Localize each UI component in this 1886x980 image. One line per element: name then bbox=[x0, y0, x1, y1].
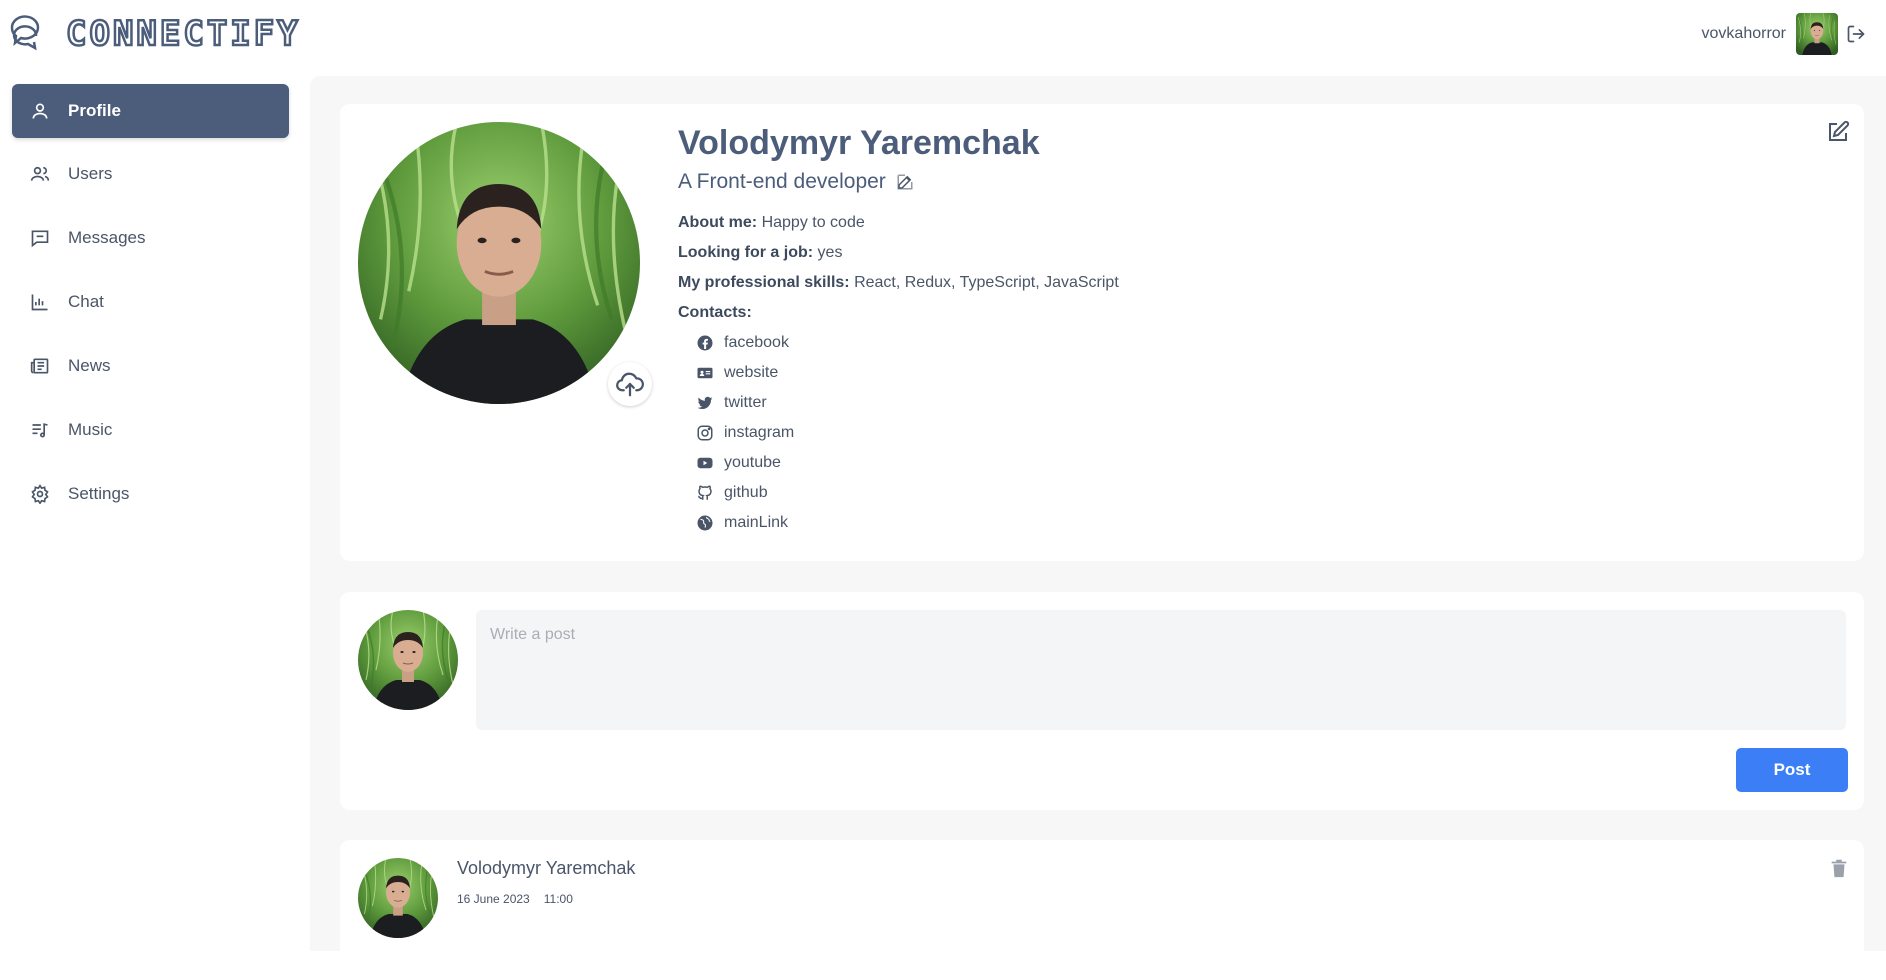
about-row: About me: Happy to code bbox=[678, 208, 1119, 238]
chat-bubbles-icon bbox=[10, 15, 40, 51]
avatar-photo bbox=[358, 610, 458, 710]
sidebar-item-music[interactable]: Music bbox=[12, 403, 289, 457]
newspaper-icon bbox=[30, 358, 49, 374]
contact-mainlink[interactable]: mainLink bbox=[696, 508, 1119, 538]
contact-label: github bbox=[724, 484, 768, 501]
contacts-heading: Contacts: bbox=[678, 298, 1119, 328]
profile-card: Volodymyr Yaremchak A Front-end develope… bbox=[340, 104, 1864, 561]
job-row: Looking for a job: yes bbox=[678, 238, 1119, 268]
youtube-icon bbox=[697, 457, 713, 469]
avatar-photo bbox=[1796, 13, 1838, 55]
sidebar: Profile Users Messages Chat News Music S… bbox=[0, 70, 300, 951]
twitter-icon bbox=[697, 396, 713, 410]
sidebar-item-messages[interactable]: Messages bbox=[12, 211, 289, 265]
contact-label: youtube bbox=[724, 454, 781, 471]
post-date: 16 June 2023 bbox=[457, 892, 530, 906]
app-logo-text: CONNECTIFY bbox=[65, 13, 301, 56]
id-card-icon bbox=[697, 367, 713, 379]
sidebar-item-label: Music bbox=[68, 420, 113, 439]
avatar[interactable] bbox=[1796, 13, 1838, 55]
profile-avatar bbox=[358, 122, 640, 404]
edit-profile-icon[interactable] bbox=[1826, 120, 1850, 144]
avatar bbox=[358, 858, 438, 938]
profile-full-name: Volodymyr Yaremchak bbox=[678, 124, 1040, 162]
upload-photo-button[interactable] bbox=[608, 362, 652, 406]
about-value: Happy to code bbox=[761, 214, 865, 231]
post-item: Volodymyr Yaremchak 16 June 2023 11:00 bbox=[340, 840, 1864, 980]
contact-label: facebook bbox=[724, 334, 789, 351]
facebook-icon bbox=[697, 335, 713, 351]
sidebar-item-label: Profile bbox=[68, 101, 121, 120]
contact-label: mainLink bbox=[724, 514, 789, 531]
contact-youtube[interactable]: youtube bbox=[696, 448, 1119, 478]
job-label: Looking for a job: bbox=[678, 244, 814, 261]
contact-label: twitter bbox=[724, 394, 767, 411]
profile-status[interactable]: A Front-end developer bbox=[678, 170, 886, 194]
about-label: About me: bbox=[678, 214, 758, 231]
skills-label: My professional skills: bbox=[678, 274, 850, 291]
sidebar-item-settings[interactable]: Settings bbox=[12, 467, 289, 521]
chart-icon bbox=[31, 294, 48, 311]
avatar bbox=[358, 610, 458, 710]
contact-label: instagram bbox=[724, 424, 795, 441]
sidebar-item-profile[interactable]: Profile bbox=[12, 84, 289, 138]
profile-info: Volodymyr Yaremchak A Front-end develope… bbox=[678, 122, 1119, 538]
contact-twitter[interactable]: twitter bbox=[696, 388, 1119, 418]
job-value: yes bbox=[817, 244, 843, 261]
contact-instagram[interactable]: instagram bbox=[696, 418, 1119, 448]
user-icon bbox=[32, 103, 48, 119]
app-logo[interactable]: CONNECTIFY bbox=[8, 13, 301, 56]
gear-icon bbox=[31, 484, 49, 504]
post-author: Volodymyr Yaremchak bbox=[457, 858, 636, 878]
user-menu: vovkahorror bbox=[1702, 12, 1866, 56]
sidebar-item-label: Chat bbox=[68, 292, 104, 311]
music-list-icon bbox=[32, 423, 48, 438]
contact-github[interactable]: github bbox=[696, 478, 1119, 508]
sidebar-item-chat[interactable]: Chat bbox=[12, 275, 289, 329]
skills-row: My professional skills: React, Redux, Ty… bbox=[678, 268, 1119, 298]
sidebar-item-label: News bbox=[68, 356, 111, 375]
sidebar-item-label: Users bbox=[68, 164, 113, 183]
top-header: CONNECTIFY vovkahorror bbox=[0, 0, 1886, 70]
github-icon bbox=[697, 485, 712, 500]
edit-status-icon[interactable] bbox=[896, 173, 914, 191]
profile-details: About me: Happy to code Looking for a jo… bbox=[678, 208, 1119, 538]
users-icon bbox=[30, 166, 50, 181]
contact-website[interactable]: website bbox=[696, 358, 1119, 388]
post-button[interactable]: Post bbox=[1736, 748, 1848, 792]
post-textarea[interactable] bbox=[476, 610, 1846, 730]
post-meta: 16 June 2023 11:00 bbox=[457, 892, 573, 906]
message-icon bbox=[31, 230, 49, 248]
cloud-upload-icon bbox=[616, 372, 644, 397]
main-content: Volodymyr Yaremchak A Front-end develope… bbox=[310, 76, 1886, 980]
contacts-list: facebook website twitter instagram youtu… bbox=[696, 328, 1119, 538]
logout-icon[interactable] bbox=[1846, 24, 1866, 44]
skills-value: React, Redux, TypeScript, JavaScript bbox=[854, 274, 1119, 291]
trash-icon[interactable] bbox=[1828, 856, 1850, 880]
globe-icon bbox=[697, 515, 713, 531]
post-time: 11:00 bbox=[543, 892, 573, 906]
contact-label: website bbox=[724, 364, 779, 381]
avatar-photo bbox=[358, 858, 438, 938]
contact-facebook[interactable]: facebook bbox=[696, 328, 1119, 358]
instagram-icon bbox=[697, 425, 713, 441]
username: vovkahorror bbox=[1701, 25, 1786, 42]
sidebar-item-users[interactable]: Users bbox=[12, 147, 289, 201]
sidebar-item-label: Messages bbox=[68, 228, 146, 247]
profile-photo bbox=[358, 122, 640, 404]
new-post-card: Post bbox=[340, 592, 1864, 810]
status-row: A Front-end developer bbox=[678, 170, 1119, 194]
contacts-label: Contacts: bbox=[678, 304, 752, 321]
sidebar-item-news[interactable]: News bbox=[12, 339, 289, 393]
sidebar-item-label: Settings bbox=[68, 484, 130, 503]
